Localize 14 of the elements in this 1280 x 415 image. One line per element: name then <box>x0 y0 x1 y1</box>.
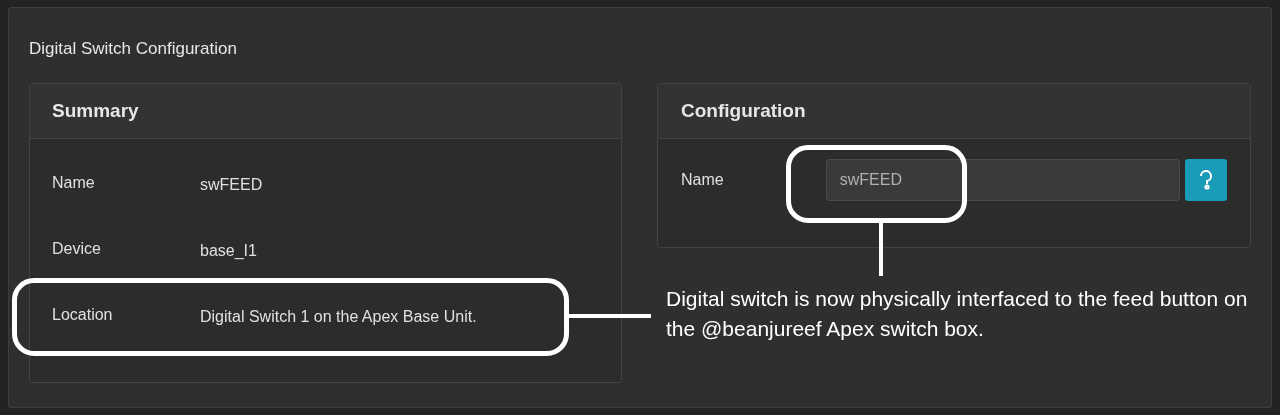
name-input[interactable]: swFEED <box>825 158 1181 201</box>
field-label: Name <box>681 169 725 190</box>
field-value: base_I1 <box>200 241 257 261</box>
field-value: swFEED <box>200 175 263 195</box>
field-value: Digital Switch 1 on the Apex Base Unit. <box>200 307 477 327</box>
annotation-text: Digital switch is now physically interfaced to the feed button on the @beanjureef Apex switch box. <box>666 286 1249 342</box>
help-icon <box>1199 169 1214 190</box>
field-label: Location <box>52 305 114 325</box>
field-label: Name <box>52 173 96 193</box>
help-button[interactable] <box>1185 158 1227 201</box>
card-title: Summary <box>52 98 139 123</box>
card-title: Configuration <box>681 98 806 123</box>
field-label: Device <box>52 239 102 259</box>
panel-title: Digital Switch Configuration <box>29 38 238 60</box>
